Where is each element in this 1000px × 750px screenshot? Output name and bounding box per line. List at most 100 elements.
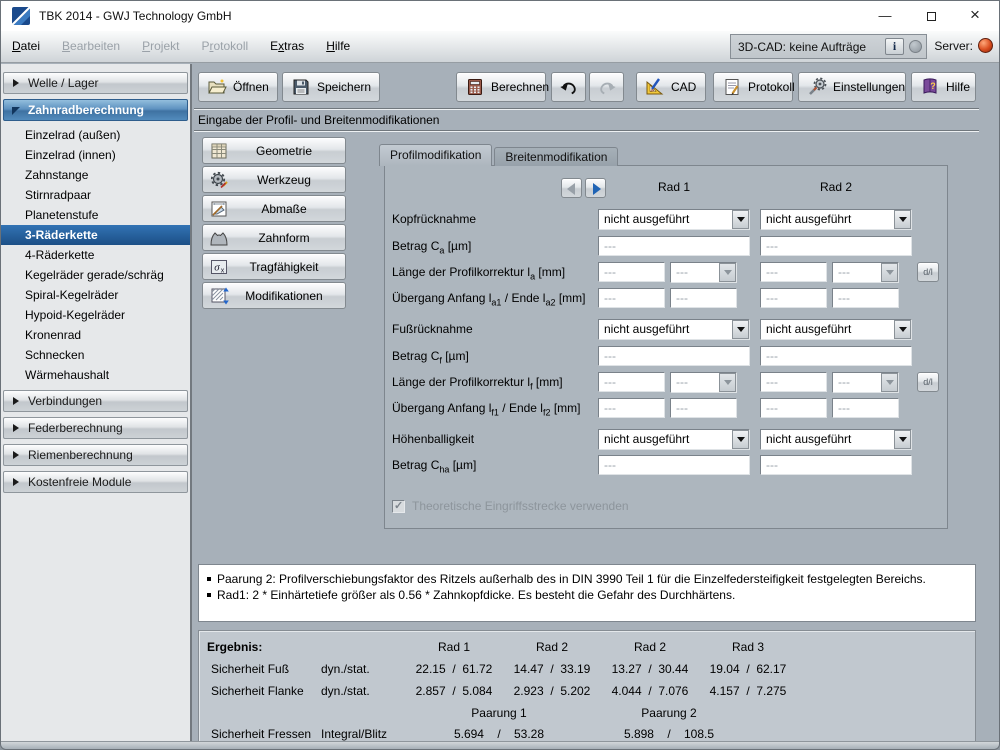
toolbar-protocol-button[interactable]: Protokoll <box>713 72 793 102</box>
sidebar-item-einzelrad-aussen[interactable]: Einzelrad (außen) <box>1 125 190 145</box>
sidebar-section-riemenberechnung[interactable]: Riemenberechnung <box>3 444 188 466</box>
uebergang-la-rad1-end-input: --- <box>670 288 737 308</box>
maximize-button[interactable] <box>909 1 953 31</box>
laenge-la-rad2-mode-dropdown: --- <box>832 262 899 283</box>
side-button-label: Tragfähigkeit <box>229 260 339 274</box>
close-button[interactable]: × <box>953 1 997 31</box>
sidebar-section-verbindungen[interactable]: Verbindungen <box>3 390 188 412</box>
settings-icon <box>807 77 827 97</box>
warning-message: Rad1: 2 * Einhärtetiefe größer als 0.56 … <box>207 587 967 603</box>
tab-profilmodifikation[interactable]: Profilmodifikation <box>379 144 492 166</box>
bullet-icon <box>207 593 211 597</box>
toolbar-calculate-button[interactable]: Berechnen <box>456 72 546 102</box>
sidebar-item-4-raederkette[interactable]: 4-Räderkette <box>1 245 190 265</box>
sidebar-item-schnecken[interactable]: Schnecken <box>1 345 190 365</box>
cad-status-text: 3D-CAD: keine Aufträge <box>738 40 866 54</box>
menu-item-projekt: Projekt <box>131 31 190 61</box>
length-diameter-toggle-button[interactable]: d/l <box>917 262 939 282</box>
tragfaehigkeit-button[interactable]: σxTragfähigkeit <box>202 253 346 280</box>
minimize-button[interactable]: — <box>863 1 907 31</box>
protocol-icon <box>722 77 742 97</box>
hoehenballigkeit-rad2-dropdown[interactable]: nicht ausgeführt <box>760 429 912 450</box>
warning-messages-box: Paarung 2: Profilverschiebungsfaktor des… <box>198 564 976 622</box>
sidebar-section-label: Kostenfreie Module <box>28 475 131 489</box>
length-diameter-toggle-button[interactable]: d/l <box>917 372 939 392</box>
chevron-down-icon <box>719 373 736 392</box>
toolbar-settings-button[interactable]: Einstellungen <box>798 72 906 102</box>
triangle-collapsed-icon <box>13 451 19 459</box>
results-row-label: Sicherheit Fressen <box>211 727 311 741</box>
menu-item-datei[interactable]: Datei <box>1 31 51 61</box>
sidebar-item-kronenrad[interactable]: Kronenrad <box>1 325 190 345</box>
betrag-cf-rad1-input: --- <box>598 346 750 366</box>
menu-item-hilfe[interactable]: Hilfe <box>315 31 361 61</box>
redo-icon <box>597 77 617 97</box>
werkzeug-button[interactable]: Werkzeug <box>202 166 346 193</box>
sidebar-section-federberechnung[interactable]: Federberechnung <box>3 417 188 439</box>
tolerances-icon <box>209 199 229 219</box>
triangle-collapsed-icon <box>13 478 19 486</box>
info-button[interactable]: i <box>885 38 904 55</box>
sidebar-item-zahnstange[interactable]: Zahnstange <box>1 165 190 185</box>
geometrie-button[interactable]: Geometrie <box>202 137 346 164</box>
sidebar-item-stirnradpaar[interactable]: Stirnradpaar <box>1 185 190 205</box>
abmasse-button[interactable]: Abmaße <box>202 195 346 222</box>
hoehenballigkeit-rad1-dropdown[interactable]: nicht ausgeführt <box>598 429 750 450</box>
results-value-cell: 5.694 / 53.28 <box>419 727 579 741</box>
sidebar-item-kegelraeder-gerade-schraeg[interactable]: Kegelräder gerade/schräg <box>1 265 190 285</box>
results-row-method: dyn./stat. <box>321 662 370 676</box>
results-value-cell: 5.898 / 108.5 <box>589 727 749 741</box>
main-content: Eingabe der Profil- und Breitenmodifikat… <box>194 64 999 741</box>
uebergang-la-rad1-start-input: --- <box>598 288 665 308</box>
geometry-icon <box>209 141 229 161</box>
results-value-cell: 4.157 / 7.275 <box>698 684 798 698</box>
side-button-label: Zahnform <box>229 231 339 245</box>
results-value-cell: 4.044 / 7.076 <box>600 684 700 698</box>
uebergang-la-rad2-end-input: --- <box>832 288 899 308</box>
modifications-icon <box>209 286 229 306</box>
field-label-laenge-la: Länge der Profilkorrektur la [mm] <box>392 262 565 282</box>
arrow-left-icon <box>567 183 575 195</box>
results-row-method: Integral/Blitz <box>321 727 387 741</box>
sidebar-item-waermehaushalt[interactable]: Wärmehaushalt <box>1 365 190 385</box>
results-value-cell: 19.04 / 62.17 <box>698 662 798 676</box>
cad-status-box: 3D-CAD: keine Aufträge i <box>730 34 927 59</box>
chevron-down-icon <box>881 373 898 392</box>
toolbar-help-button[interactable]: ?Hilfe <box>911 72 976 102</box>
toolbar-save-button[interactable]: Speichern <box>282 72 380 102</box>
uebergang-lf-rad1-start-input: --- <box>598 398 665 418</box>
sidebar-section-kostenfreie-module[interactable]: Kostenfreie Module <box>3 471 188 493</box>
fussruecknahme-rad1-dropdown[interactable]: nicht ausgeführt <box>598 319 750 340</box>
svg-text:x: x <box>221 267 225 274</box>
laenge-la-rad1-mode-dropdown: --- <box>670 262 737 283</box>
toolbar-undo-button[interactable] <box>551 72 586 102</box>
toolbar-cad-button[interactable]: CAD <box>636 72 706 102</box>
kopfruecknahme-rad1-dropdown[interactable]: nicht ausgeführt <box>598 209 750 230</box>
results-wheel-column-header: Rad 1 <box>404 640 504 654</box>
menu-item-extras[interactable]: Extras <box>259 31 315 61</box>
triangle-collapsed-icon <box>13 397 19 405</box>
sidebar-section-zahnradberechnung[interactable]: Zahnradberechnung <box>3 99 188 121</box>
sidebar-item-planetenstufe[interactable]: Planetenstufe <box>1 205 190 225</box>
toolbar-button-label: Öffnen <box>233 80 269 94</box>
kopfruecknahme-rad2-dropdown[interactable]: nicht ausgeführt <box>760 209 912 230</box>
side-button-label: Werkzeug <box>229 173 339 187</box>
fussruecknahme-rad2-dropdown[interactable]: nicht ausgeführt <box>760 319 912 340</box>
field-label-fussruecknahme: Fußrücknahme <box>392 319 473 339</box>
results-value-cell: 22.15 / 61.72 <box>404 662 504 676</box>
tab-breitenmodifikation[interactable]: Breitenmodifikation <box>494 147 618 166</box>
sidebar-item-einzelrad-innen[interactable]: Einzelrad (innen) <box>1 145 190 165</box>
menu-item-protokoll: Protokoll <box>190 31 259 61</box>
sidebar-section-label: Welle / Lager <box>28 76 98 90</box>
toolbar-open-button[interactable]: Öffnen <box>198 72 278 102</box>
sidebar-item-spiral-kegelraeder[interactable]: Spiral-Kegelräder <box>1 285 190 305</box>
wheel-column-header: Rad 1 <box>598 180 750 194</box>
sidebar-item-3-raederkette[interactable]: 3-Räderkette <box>1 225 190 245</box>
tab-bar: ProfilmodifikationBreitenmodifikation <box>379 144 620 166</box>
sidebar-section-welle-lager[interactable]: Welle / Lager <box>3 72 188 94</box>
modifikationen-button[interactable]: Modifikationen <box>202 282 346 309</box>
zahnform-button[interactable]: Zahnform <box>202 224 346 251</box>
uebergang-lf-rad2-end-input: --- <box>832 398 899 418</box>
sidebar-item-hypoid-kegelraeder[interactable]: Hypoid-Kegelräder <box>1 305 190 325</box>
betrag-cha-rad1-input: --- <box>598 455 750 475</box>
